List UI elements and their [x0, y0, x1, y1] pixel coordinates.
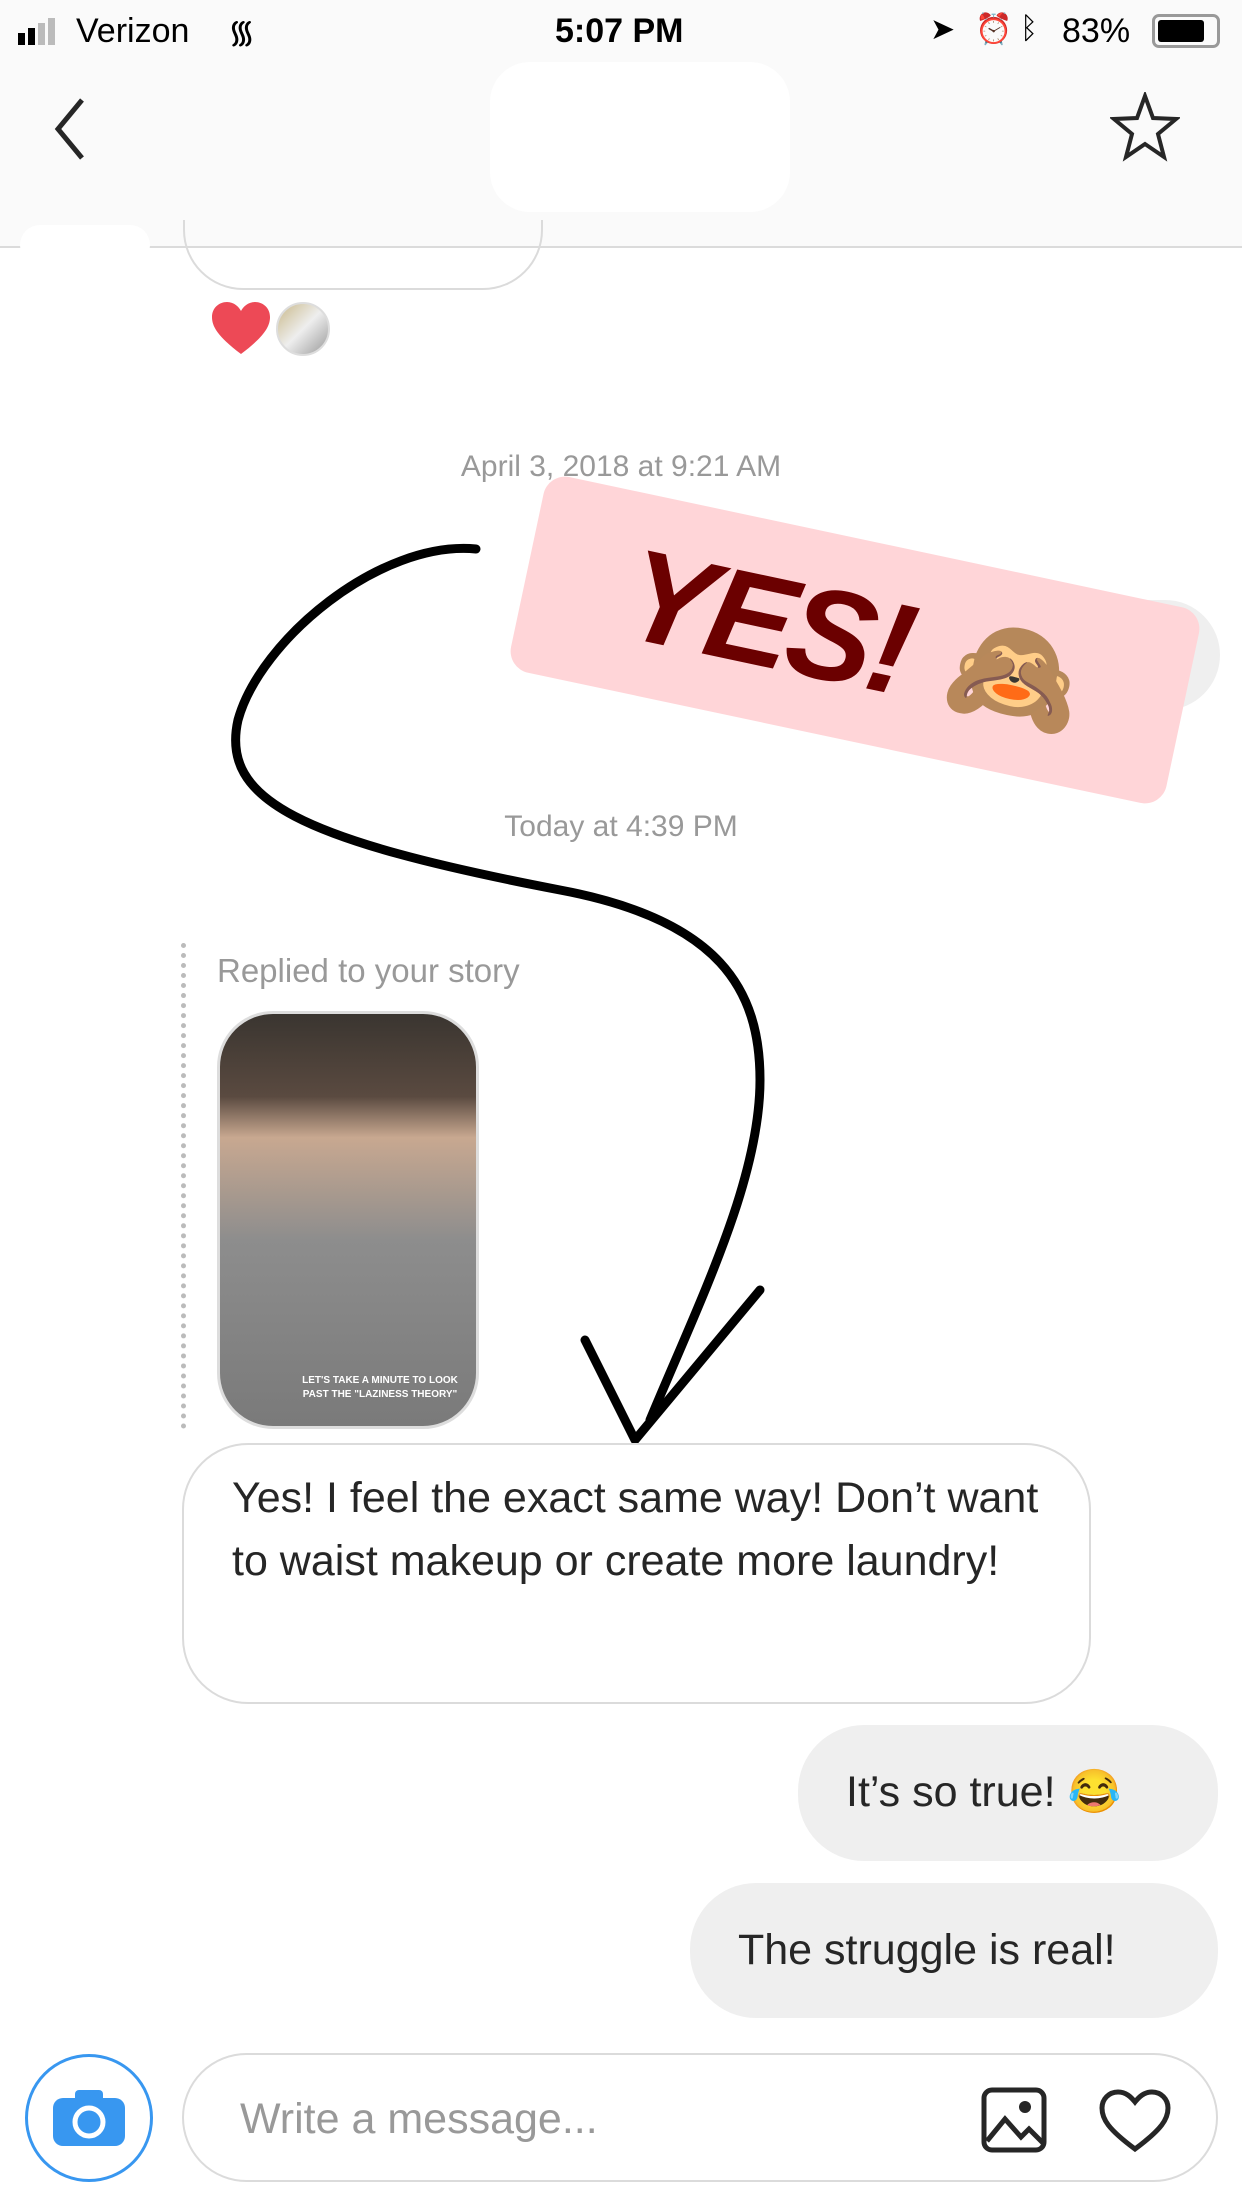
- signal-icon: [18, 18, 55, 45]
- camera-icon: [53, 2090, 125, 2146]
- carrier: Verizon: [76, 12, 190, 50]
- message-bubble-sent[interactable]: It’s so true! 😂: [798, 1725, 1218, 1861]
- location-icon: ➤: [930, 13, 956, 46]
- image-icon[interactable]: [981, 2087, 1047, 2153]
- timestamp: Today at 4:39 PM: [504, 810, 738, 843]
- alarm-icon: ⏰: [975, 13, 1013, 46]
- message-bubble-received[interactable]: Yes! I feel the exact same way! Don’t wa…: [182, 1443, 1091, 1704]
- wifi-icon: ᯾: [228, 14, 256, 50]
- redaction: [20, 225, 150, 265]
- back-button[interactable]: [50, 96, 90, 162]
- sticker: YES! 🙈: [506, 472, 1204, 808]
- clock: 5:07 PM: [555, 12, 684, 50]
- message-input[interactable]: Write a message...: [182, 2053, 1218, 2182]
- message-bubble-sent[interactable]: The struggle is real!: [690, 1883, 1218, 2018]
- camera-button[interactable]: [25, 2054, 153, 2182]
- battery-percent: 83%: [1062, 12, 1131, 50]
- avatar: [276, 302, 330, 356]
- battery-icon: [1152, 14, 1220, 48]
- sticker-text: YES!: [612, 520, 925, 723]
- bluetooth-icon: ᛒ: [1020, 12, 1038, 45]
- story-caption: LET'S TAKE A MINUTE TO LOOK PAST THE "LA…: [302, 1375, 458, 1400]
- star-icon[interactable]: [1110, 92, 1180, 162]
- monkey-emoji: 🙈: [935, 599, 1095, 749]
- timestamp: April 3, 2018 at 9:21 AM: [460, 450, 782, 483]
- message-placeholder: Write a message...: [240, 2095, 598, 2143]
- hand-drawn-arrow: [231, 543, 765, 1445]
- previous-message-bubble[interactable]: [183, 220, 543, 290]
- story-thumbnail[interactable]: LET'S TAKE A MINUTE TO LOOK PAST THE "LA…: [217, 1011, 479, 1429]
- heart-outline-icon[interactable]: [1098, 2089, 1172, 2153]
- redacted-title: [490, 62, 790, 212]
- status-bar: Verizon ᯾ 5:07 PM ➤ ⏰ ᛒ 83%: [0, 0, 1242, 62]
- reply-indicator: [181, 943, 186, 1429]
- story-reply-label: Replied to your story: [217, 952, 520, 989]
- heart-icon: [212, 302, 270, 354]
